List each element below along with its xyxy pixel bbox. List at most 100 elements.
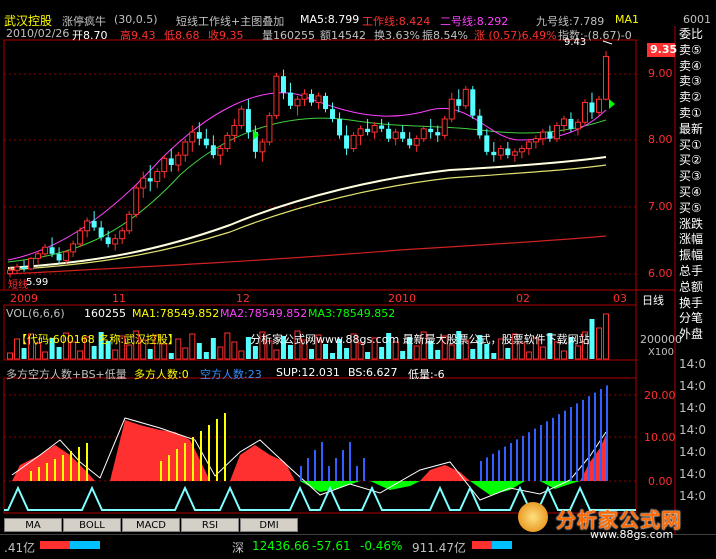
candle-body xyxy=(287,92,293,106)
tab-rsi[interactable]: RSI xyxy=(181,518,239,532)
volume-bar xyxy=(525,351,532,360)
brand-url: www.88gs.com xyxy=(590,528,674,541)
bear-bar xyxy=(546,421,548,481)
candle-body xyxy=(182,141,189,156)
candle-body xyxy=(386,128,392,139)
status-left-value: .41亿 xyxy=(4,541,36,555)
tab-ma[interactable]: MA xyxy=(4,518,62,532)
volume-bar xyxy=(379,347,385,359)
volume-bar xyxy=(126,344,133,360)
bear-bar xyxy=(498,450,500,481)
candle-body xyxy=(505,148,511,156)
candle-body xyxy=(539,131,546,140)
quote-low: 低8.68 xyxy=(164,29,200,42)
time-label-03: 03 xyxy=(613,292,627,305)
sidebar-item-8: 买② xyxy=(679,153,702,168)
quote-volume: 量160255 xyxy=(262,29,315,42)
volume-ma1: MA1:78549.852 xyxy=(132,307,220,320)
candle-body xyxy=(217,148,224,156)
bear-bar xyxy=(307,458,309,481)
bull-count: 多方人数:0 xyxy=(134,368,189,381)
candle-body xyxy=(7,269,13,275)
status-index: 12436.66 xyxy=(252,539,310,553)
volume-bar xyxy=(505,348,511,359)
volume-bar xyxy=(491,353,497,359)
candle-body xyxy=(224,134,231,150)
bear-bar xyxy=(321,442,323,481)
bull-bar xyxy=(176,449,178,481)
candle-body xyxy=(147,178,153,182)
quote-date: 2010/02/26 xyxy=(6,27,70,40)
tab-macd[interactable]: MACD xyxy=(122,518,180,532)
sidebar-item-12: 涨跌 xyxy=(679,216,704,231)
bear-bar xyxy=(522,435,524,481)
bull-bar xyxy=(46,463,48,481)
sidebar-item-15: 总手 xyxy=(679,264,704,278)
volume-bar xyxy=(196,343,202,359)
bear-bar xyxy=(486,457,488,481)
candle-body xyxy=(357,128,364,136)
period-label[interactable]: 日线 xyxy=(642,292,664,308)
tick-time-2: 14:0 xyxy=(679,401,706,415)
candle-body xyxy=(456,99,462,106)
sidebar-item-3: 卖③ xyxy=(679,74,702,89)
candle-body xyxy=(98,227,104,238)
status-change: -57.61 xyxy=(312,539,351,553)
volume-bar xyxy=(365,352,371,359)
indicator-title: 多方空方人数+BS+低量 xyxy=(6,368,127,381)
chart-watermark: 短线 xyxy=(8,280,28,291)
tab-dmi[interactable]: DMI xyxy=(240,518,298,532)
sidebar-item-16: 总额 xyxy=(679,279,704,294)
volume-bar xyxy=(470,349,476,359)
candle-body xyxy=(420,128,427,140)
candle-body xyxy=(309,93,315,103)
sidebar-item-17: 换手 xyxy=(679,295,704,310)
quote-change: 涨 (0.57)6.49% xyxy=(474,29,557,42)
quote-close: 收9.35 xyxy=(208,29,244,42)
volume-bar xyxy=(448,344,455,360)
low-price-mark: 5.99 xyxy=(26,277,49,288)
candle-body xyxy=(441,118,448,136)
sidebar-item-1: 卖⑤ xyxy=(679,42,702,57)
candle-body xyxy=(330,109,336,119)
bear-bar xyxy=(480,461,482,481)
low-volume-value: 低量:-6 xyxy=(408,368,445,381)
candle-body xyxy=(28,257,35,270)
bull-bar xyxy=(78,447,80,481)
bear-bar xyxy=(552,417,554,481)
candle-body xyxy=(491,151,497,156)
quote-open: 开8.70 xyxy=(72,29,108,42)
candle-body xyxy=(470,89,476,116)
volume-bar xyxy=(560,350,567,360)
candle-series xyxy=(7,51,609,278)
candle-body xyxy=(595,98,602,113)
candle-body xyxy=(497,148,504,156)
bear-bar xyxy=(363,458,365,481)
sidebar-item-2: 卖④ xyxy=(679,58,702,73)
bull-bar xyxy=(184,443,186,481)
candle-body xyxy=(42,246,49,255)
bear-bar xyxy=(534,428,536,481)
candle-body xyxy=(560,118,567,127)
quote-turnover: 换3.63% xyxy=(374,29,420,42)
bear-bar xyxy=(558,414,560,481)
candle-body xyxy=(525,141,532,150)
candle-body xyxy=(21,266,27,269)
site-banner: 分析家公式网www.88gs.com 最新最大股票公式，股票软件下载网站 xyxy=(250,333,590,346)
sidebar-item-11: 买⑤ xyxy=(679,200,702,215)
volume-bar xyxy=(413,345,420,360)
volume-bar xyxy=(182,347,189,360)
sidebar-item-9: 买③ xyxy=(679,169,702,184)
bull-bar xyxy=(62,455,64,481)
candle-body xyxy=(196,132,202,139)
candle-body xyxy=(392,131,399,140)
candle-body xyxy=(126,213,133,232)
candle-body xyxy=(407,138,413,146)
ma-line-magenta xyxy=(7,92,607,261)
green-area-2 xyxy=(370,481,420,490)
bear-bar xyxy=(588,396,590,481)
tab-boll[interactable]: BOLL xyxy=(63,518,121,532)
bs-value: BS:6.627 xyxy=(348,366,398,379)
volume-bar xyxy=(224,332,231,360)
candle-body xyxy=(589,102,595,113)
